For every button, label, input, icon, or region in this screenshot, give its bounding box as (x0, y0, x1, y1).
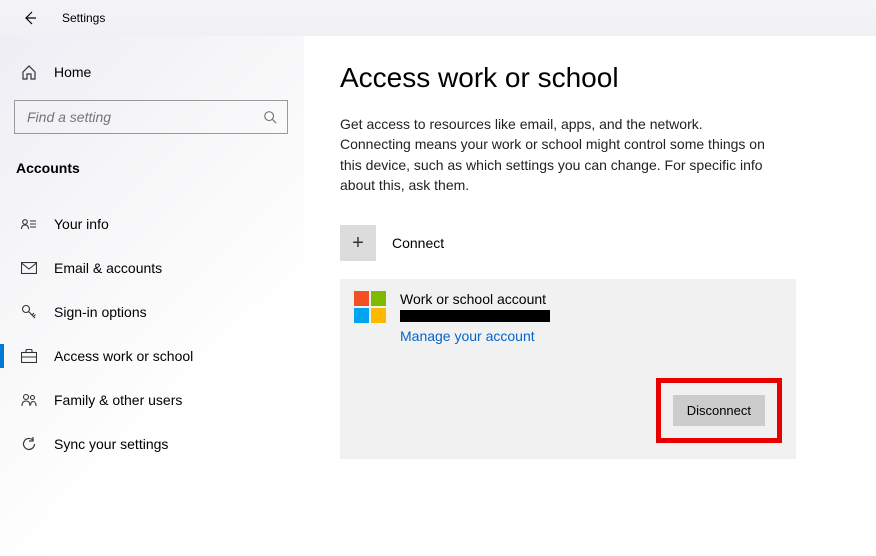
nav-item-email-accounts[interactable]: Email & accounts (0, 246, 304, 290)
nav-item-access-work-school[interactable]: Access work or school (0, 334, 304, 378)
back-button[interactable] (16, 4, 44, 32)
microsoft-logo-icon (354, 291, 386, 323)
page-title: Access work or school (340, 62, 796, 94)
briefcase-icon (18, 349, 40, 363)
account-title: Work or school account (400, 291, 550, 307)
nav-item-signin-options[interactable]: Sign-in options (0, 290, 304, 334)
connect-label: Connect (392, 235, 444, 251)
plus-icon: + (340, 225, 376, 261)
nav-item-label: Email & accounts (54, 260, 162, 276)
home-nav-item[interactable]: Home (0, 54, 304, 90)
sidebar: Home Accounts Your info Email & account (0, 36, 304, 556)
body-area: Home Accounts Your info Email & account (0, 36, 876, 556)
disconnect-area: Disconnect (354, 378, 782, 443)
account-card[interactable]: Work or school account Manage your accou… (340, 279, 796, 459)
page-description: Get access to resources like email, apps… (340, 114, 770, 195)
disconnect-button[interactable]: Disconnect (673, 395, 765, 426)
people-icon (18, 393, 40, 407)
nav-item-label: Sync your settings (54, 436, 168, 452)
nav-item-label: Sign-in options (54, 304, 147, 320)
nav-item-label: Family & other users (54, 392, 182, 408)
search-icon (263, 110, 277, 124)
connect-button[interactable]: + Connect (340, 221, 796, 265)
arrow-left-icon (22, 10, 38, 26)
highlight-annotation: Disconnect (656, 378, 782, 443)
home-icon (18, 64, 40, 80)
window-header: Settings (0, 0, 876, 36)
nav-item-family-users[interactable]: Family & other users (0, 378, 304, 422)
main-panel: Access work or school Get access to reso… (304, 36, 876, 556)
person-card-icon (18, 217, 40, 231)
manage-account-link[interactable]: Manage your account (400, 328, 550, 344)
nav-list: Your info Email & accounts Sign-in optio… (0, 186, 304, 466)
nav-item-label: Access work or school (54, 348, 193, 364)
home-label: Home (54, 64, 91, 80)
mail-icon (18, 262, 40, 274)
search-input[interactable] (27, 109, 263, 125)
nav-item-sync-settings[interactable]: Sync your settings (0, 422, 304, 466)
nav-item-label: Your info (54, 216, 109, 232)
account-texts: Work or school account Manage your accou… (400, 291, 550, 344)
key-icon (18, 304, 40, 320)
window-title: Settings (62, 11, 105, 25)
account-email-redacted (400, 310, 550, 322)
search-box[interactable] (14, 100, 288, 134)
nav-item-your-info[interactable]: Your info (0, 202, 304, 246)
account-header: Work or school account Manage your accou… (354, 291, 782, 344)
sync-icon (18, 436, 40, 452)
category-title: Accounts (0, 134, 304, 186)
